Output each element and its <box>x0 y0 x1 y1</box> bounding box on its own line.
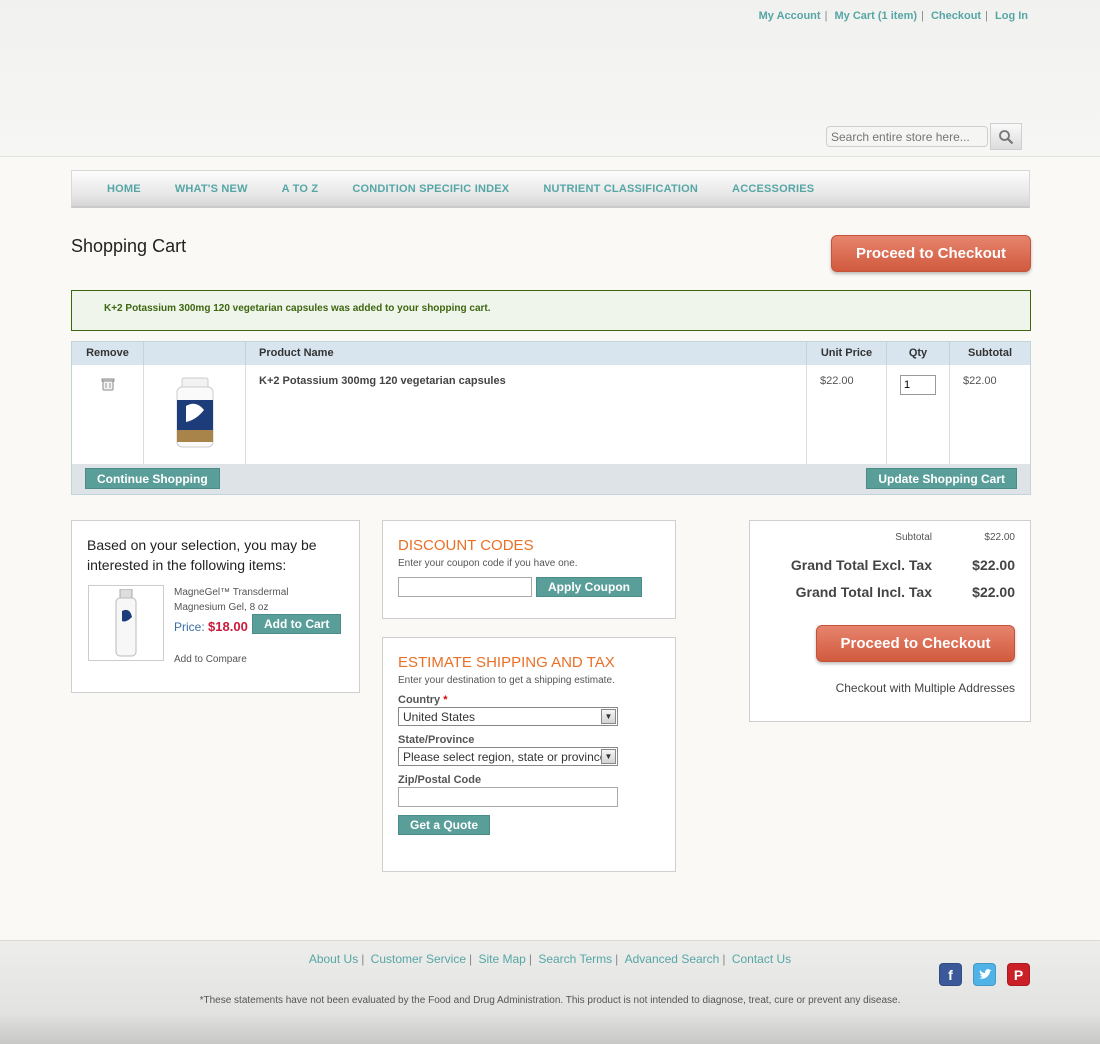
apply-coupon-button[interactable]: Apply Coupon <box>536 577 642 597</box>
product-name-link[interactable]: K+2 Potassium 300mg 120 vegetarian capsu… <box>245 364 807 464</box>
separator: | <box>921 10 924 22</box>
grand-total-excl-value: $22.00 <box>972 557 1015 573</box>
state-value: Please select region, state or province <box>403 750 607 764</box>
discount-hint: Enter your coupon code if you have one. <box>398 558 578 569</box>
footer-about-us[interactable]: About Us <box>306 952 361 966</box>
crosssell-product-name[interactable]: MagneGel™ Transdermal Magnesium Gel, 8 o… <box>174 585 324 615</box>
get-quote-button[interactable]: Get a Quote <box>398 815 491 835</box>
remove-item-icon[interactable] <box>100 376 116 392</box>
col-unit-price: Unit Price <box>806 341 887 365</box>
unit-price: $22.00 <box>806 364 887 464</box>
crosssell-price-row: Price: $18.00 <box>174 619 248 634</box>
cart-table: Remove Product Name Unit Price Qty Subto… <box>71 341 1031 495</box>
required-mark: * <box>443 694 448 706</box>
table-row: K+2 Potassium 300mg 120 vegetarian capsu… <box>71 364 1031 464</box>
nav-nutrient-classification[interactable]: NUTRIENT CLASSIFICATION <box>526 183 715 195</box>
separator: | <box>361 952 365 966</box>
grand-total-incl-label: Grand Total Incl. Tax <box>795 584 932 600</box>
discount-title: DISCOUNT CODES <box>398 537 534 554</box>
shipping-estimate-box: ESTIMATE SHIPPING AND TAX Enter your des… <box>382 637 676 872</box>
grand-total-excl-label: Grand Total Excl. Tax <box>790 557 932 573</box>
col-qty: Qty <box>886 341 950 365</box>
col-product-name: Product Name <box>245 341 807 365</box>
site-footer: About Us | Customer Service | Site Map | Se… <box>0 940 1100 1044</box>
grand-total-incl-value: $22.00 <box>972 584 1015 600</box>
footer-search-terms[interactable]: Search Terms <box>535 952 615 966</box>
separator: | <box>824 10 828 22</box>
state-label: State/Province <box>398 734 475 746</box>
country-select[interactable]: United States ▼ <box>398 707 618 726</box>
separator: | <box>985 10 988 22</box>
zip-label: Zip/Postal Code <box>398 774 482 786</box>
main-nav: HOME WHAT'S NEW A TO Z CONDITION SPECIFI… <box>71 170 1030 208</box>
proceed-to-checkout-bottom-button[interactable]: Proceed to Checkout <box>816 625 1015 662</box>
bird-icon <box>978 968 992 979</box>
my-cart-link[interactable]: My Cart (1 item) <box>831 10 922 22</box>
separator: | <box>722 952 726 966</box>
country-value: United States <box>403 710 476 724</box>
state-select[interactable]: Please select region, state or province … <box>398 747 618 766</box>
success-message: K+2 Potassium 300mg 120 vegetarian capsu… <box>71 290 1031 331</box>
subtotal-value: $22.00 <box>984 532 1015 543</box>
separator: | <box>615 952 619 966</box>
country-label: Country * <box>398 694 660 706</box>
twitter-icon[interactable] <box>973 963 996 986</box>
add-to-compare-link[interactable]: Add to Compare <box>174 654 247 665</box>
proceed-to-checkout-button[interactable]: Proceed to Checkout <box>831 235 1031 272</box>
add-to-cart-button[interactable]: Add to Cart <box>252 614 342 634</box>
qty-input[interactable] <box>900 374 936 395</box>
country-label-text: Country <box>398 694 441 706</box>
footer-advanced-search[interactable]: Advanced Search <box>622 952 723 966</box>
fda-disclaimer: *These statements have not been evaluate… <box>199 995 901 1006</box>
row-subtotal: $22.00 <box>963 374 997 387</box>
chevron-down-icon: ▼ <box>601 749 616 764</box>
login-link[interactable]: Log In <box>991 10 1032 22</box>
nav-condition-index[interactable]: CONDITION SPECIFIC INDEX <box>335 183 526 195</box>
col-remove: Remove <box>71 341 144 365</box>
gel-bottle-image <box>115 589 137 657</box>
search-button[interactable] <box>990 123 1022 150</box>
account-links: My Account | My Cart (1 item) | Checkout | … <box>755 10 1032 22</box>
nav-whats-new[interactable]: WHAT'S NEW <box>158 183 265 195</box>
search-input[interactable] <box>826 126 988 147</box>
continue-shopping-button[interactable]: Continue Shopping <box>85 468 220 490</box>
totals-box: Subtotal $22.00 Grand Total Excl. Tax $2… <box>749 520 1031 722</box>
footer-site-map[interactable]: Site Map <box>476 952 529 966</box>
chevron-down-icon: ▼ <box>601 709 616 724</box>
crosssell-price: $18.00 <box>208 619 248 634</box>
nav-home[interactable]: HOME <box>90 183 158 195</box>
discount-box: DISCOUNT CODES Enter your coupon code if… <box>382 520 676 619</box>
coupon-code-input[interactable] <box>398 577 532 597</box>
crosssell-product-image[interactable] <box>88 585 164 661</box>
shipping-hint: Enter your destination to get a shipping… <box>398 675 615 686</box>
product-image[interactable] <box>172 376 218 450</box>
checkout-link[interactable]: Checkout <box>927 10 985 22</box>
multiple-addresses-link[interactable]: Checkout with Multiple Addresses <box>836 681 1015 695</box>
crosssell-box: Based on your selection, you may be inte… <box>71 520 360 693</box>
footer-links: About Us | Customer Service | Site Map | Se… <box>0 952 1100 966</box>
nav-accessories[interactable]: ACCESSORIES <box>715 183 831 195</box>
facebook-icon[interactable]: f <box>939 963 962 986</box>
subtotal-label: Subtotal <box>895 532 932 543</box>
page-title: Shopping Cart <box>71 236 187 256</box>
site-header: My Account | My Cart (1 item) | Checkout | … <box>0 0 1100 157</box>
col-image <box>143 341 246 365</box>
separator: | <box>469 952 473 966</box>
nav-a-to-z[interactable]: A TO Z <box>265 183 336 195</box>
shipping-title: ESTIMATE SHIPPING AND TAX <box>398 654 615 671</box>
my-account-link[interactable]: My Account <box>755 10 825 22</box>
separator: | <box>528 952 532 966</box>
col-subtotal: Subtotal <box>949 341 1031 365</box>
price-label: Price: <box>174 620 205 634</box>
zip-input[interactable] <box>398 787 618 807</box>
pinterest-icon[interactable]: P <box>1007 963 1030 986</box>
footer-contact-us[interactable]: Contact Us <box>729 952 794 966</box>
footer-customer-service[interactable]: Customer Service <box>368 952 469 966</box>
search-icon <box>999 129 1014 144</box>
update-cart-button[interactable]: Update Shopping Cart <box>866 468 1017 490</box>
crosssell-heading: Based on your selection, you may be inte… <box>87 537 317 573</box>
